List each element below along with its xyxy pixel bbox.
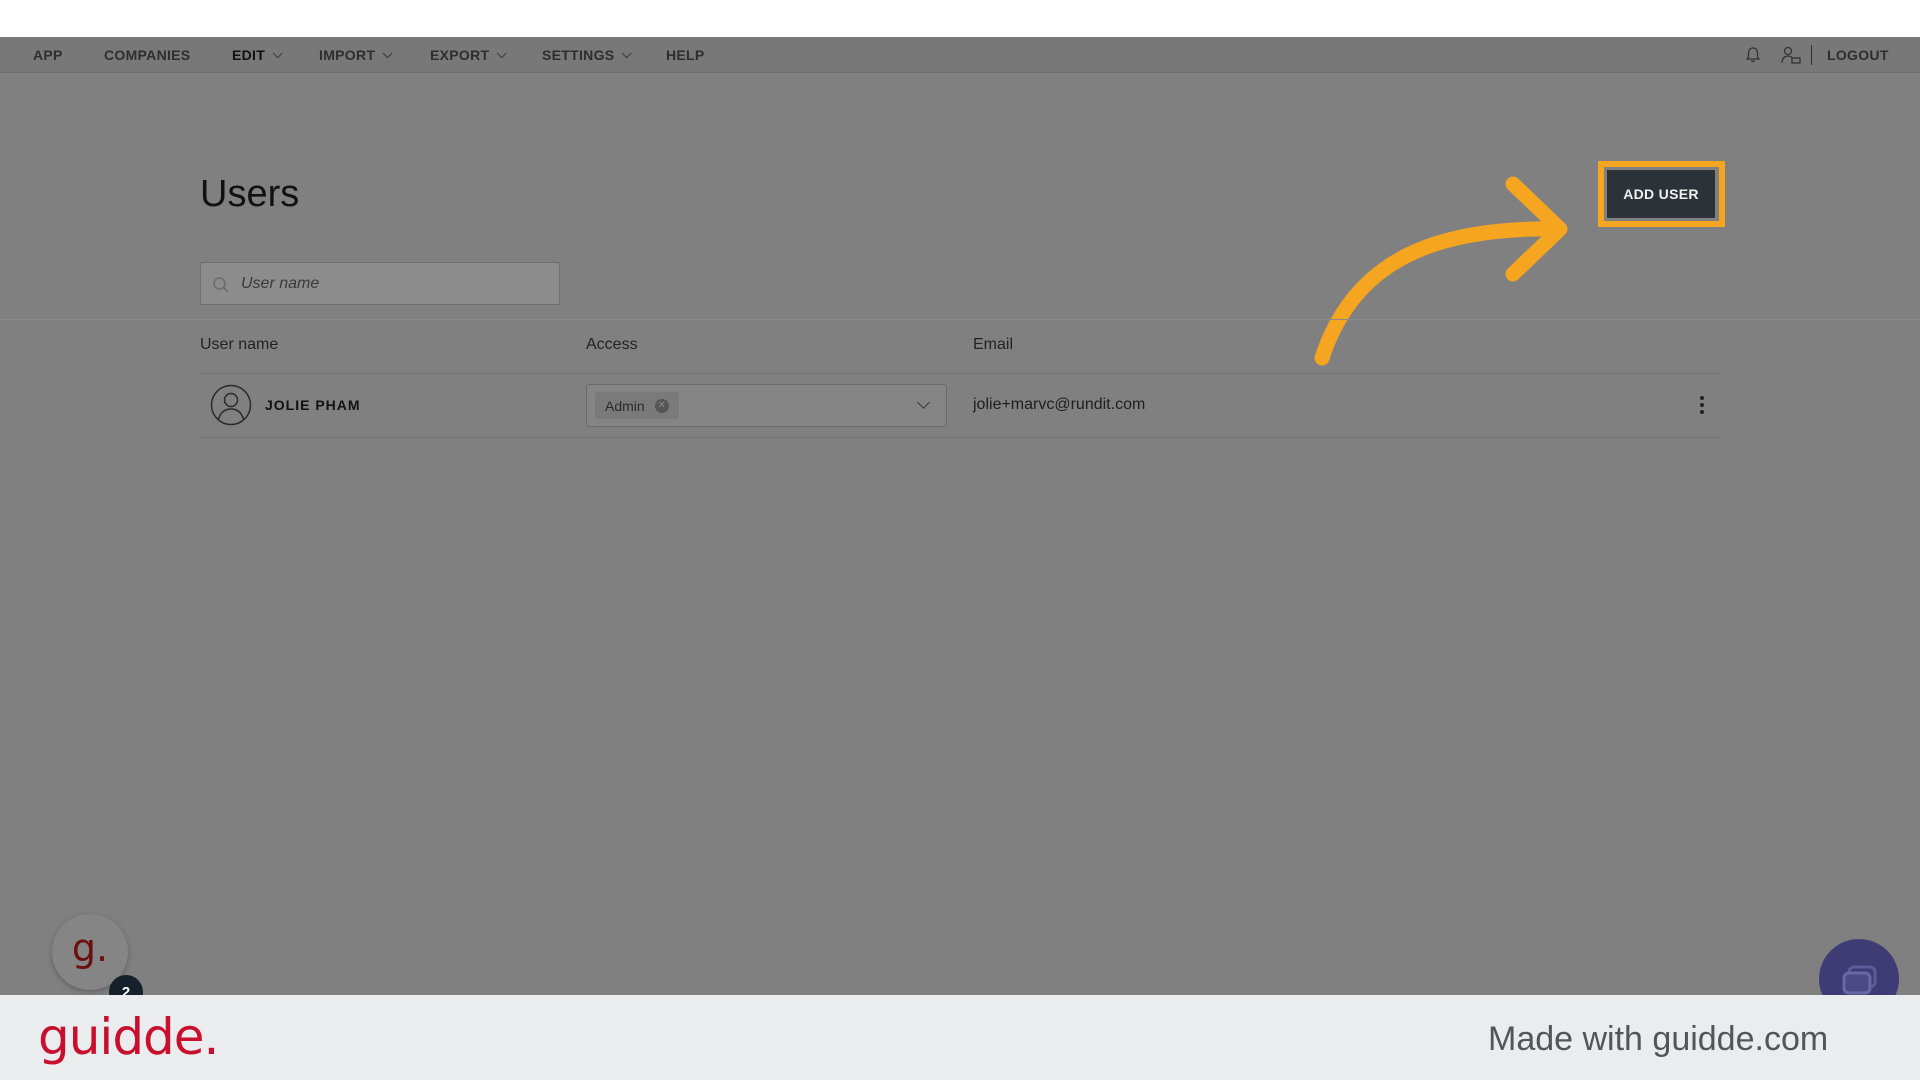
column-header-email: Email bbox=[973, 336, 1014, 353]
table-divider bbox=[200, 373, 1720, 374]
top-navbar: APP COMPANIES EDIT IMPORT EXPORT SETTING… bbox=[0, 37, 1920, 73]
column-header-user-name: User name bbox=[200, 336, 279, 353]
chevron-down-icon bbox=[272, 47, 283, 58]
chevron-down-icon bbox=[382, 47, 393, 58]
chevron-down-icon[interactable] bbox=[917, 396, 930, 409]
nav-companies-label: COMPANIES bbox=[104, 47, 191, 63]
avatar bbox=[210, 384, 252, 426]
nav-companies[interactable]: COMPANIES bbox=[104, 37, 190, 73]
table-row-divider bbox=[200, 437, 1720, 438]
nav-export[interactable]: EXPORT bbox=[430, 37, 507, 73]
page-title: Users bbox=[200, 173, 300, 215]
table-row-email: jolie+marvc@rundit.com bbox=[973, 396, 1146, 413]
nav-help[interactable]: HELP bbox=[666, 37, 705, 73]
nav-divider bbox=[1811, 45, 1812, 65]
column-header-access: Access bbox=[586, 336, 638, 353]
table-row-user-name: JOLIE PHAM bbox=[265, 397, 361, 413]
chat-icon bbox=[1842, 965, 1877, 995]
chevron-down-icon bbox=[497, 47, 507, 58]
access-chip-label: Admin bbox=[605, 397, 645, 414]
made-with-text: Made with guidde.com bbox=[1488, 1020, 1829, 1058]
search-icon bbox=[213, 277, 229, 293]
more-options-icon[interactable] bbox=[1697, 394, 1707, 416]
chat-widget-button[interactable] bbox=[1819, 939, 1899, 995]
nav-export-label: EXPORT bbox=[430, 47, 490, 63]
nav-import[interactable]: IMPORT bbox=[319, 37, 393, 73]
nav-edit[interactable]: EDIT bbox=[232, 37, 283, 73]
logout-label: LOGOUT bbox=[1827, 47, 1889, 63]
nav-settings[interactable]: SETTINGS bbox=[542, 37, 632, 73]
app-area: APP COMPANIES EDIT IMPORT EXPORT SETTING… bbox=[0, 37, 1920, 995]
page: APP COMPANIES EDIT IMPORT EXPORT SETTING… bbox=[0, 0, 1920, 1080]
nav-help-label: HELP bbox=[666, 47, 705, 63]
nav-settings-label: SETTINGS bbox=[542, 47, 615, 63]
nav-app-label: APP bbox=[33, 47, 63, 63]
nav-app[interactable]: APP bbox=[33, 37, 63, 73]
bell-icon[interactable] bbox=[1744, 46, 1762, 64]
notification-count-badge: 2 bbox=[109, 975, 143, 995]
close-icon[interactable]: ✕ bbox=[654, 398, 669, 413]
logout-link[interactable]: LOGOUT bbox=[1827, 37, 1889, 73]
guidde-logo-icon: g. bbox=[71, 926, 109, 970]
tutorial-arrow-icon bbox=[1314, 176, 1568, 366]
nav-import-label: IMPORT bbox=[319, 47, 376, 63]
add-user-button[interactable]: ADD USER bbox=[1607, 170, 1715, 218]
user-settings-icon[interactable] bbox=[1780, 45, 1802, 65]
header-divider bbox=[0, 319, 1920, 320]
chevron-down-icon bbox=[622, 47, 632, 58]
access-chip: Admin ✕ bbox=[595, 392, 679, 419]
guidde-logo: guidde. bbox=[38, 1008, 219, 1066]
search-box[interactable] bbox=[200, 262, 560, 305]
nav-edit-label: EDIT bbox=[232, 47, 266, 63]
user-name-search-input[interactable] bbox=[241, 263, 551, 304]
top-strip bbox=[0, 0, 1920, 37]
access-select[interactable]: Admin ✕ bbox=[586, 384, 947, 427]
